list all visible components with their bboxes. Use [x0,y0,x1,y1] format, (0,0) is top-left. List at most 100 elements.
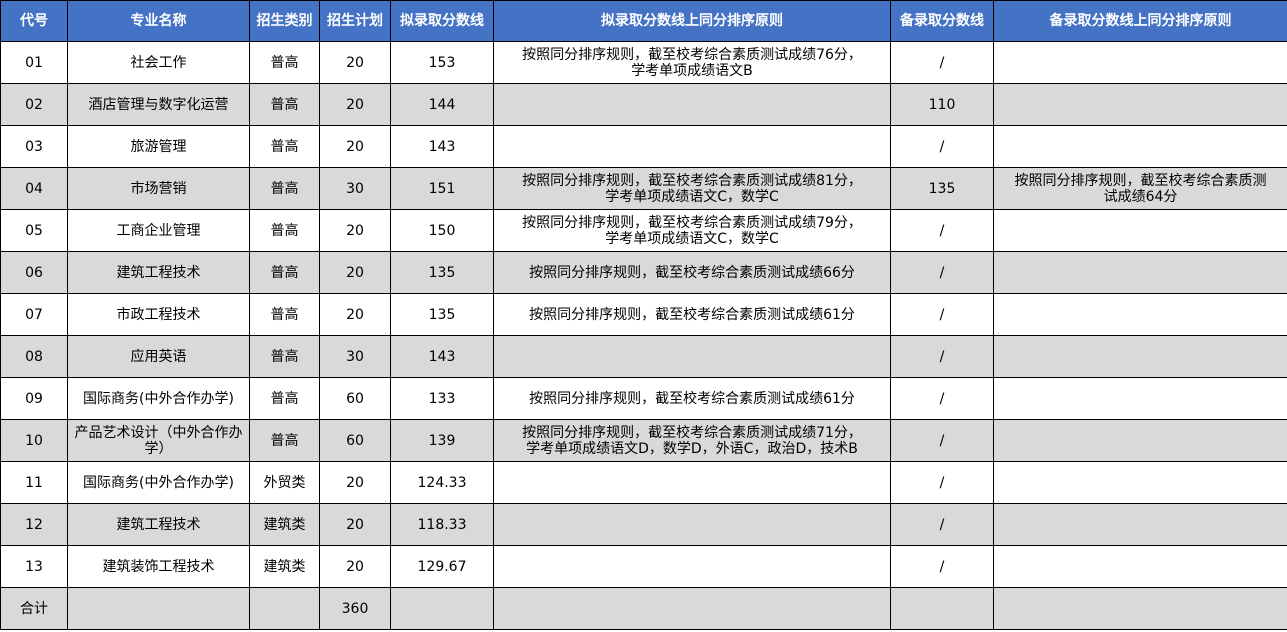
cell-rule: 按照同分排序规则，截至校考综合素质测试成绩71分， 学考单项成绩语文D，数学D，外… [493,419,891,462]
table-row: 08 应用英语 普高 30 143 / [0,335,1287,378]
cell-backup-rule [993,335,1287,378]
cell-backup-score: 110 [890,83,994,126]
cell-code: 10 [0,419,68,462]
cell-rule-line: 按照同分排序规则，截至校考综合素质测试成绩79分， [522,214,862,231]
total-backup-rule-cell [993,587,1287,630]
table-row: 02 酒店管理与数字化运营 普高 20 144 110 [0,83,1287,126]
cell-backup-score: 135 [890,167,994,210]
cell-plan: 60 [319,419,391,462]
cell-backup-rule [993,41,1287,84]
cell-rule [493,545,891,588]
cell-rule-line: 按照同分排序规则，截至校考综合素质测试成绩66分 [529,264,855,281]
cell-plan: 20 [319,545,391,588]
total-plan: 360 [319,587,391,630]
cell-rule [493,125,891,168]
total-rule-cell [493,587,891,630]
cell-category: 普高 [249,41,320,84]
cell-code: 07 [0,293,68,336]
cell-backup-score: / [890,503,994,546]
cell-rule-line: 按照同分排序规则，截至校考综合素质测试成绩61分 [529,306,855,323]
cell-category: 外贸类 [249,461,320,504]
total-label: 合计 [0,587,68,630]
cell-code: 08 [0,335,68,378]
cell-rule: 按照同分排序规则，截至校考综合素质测试成绩76分， 学考单项成绩语文B [493,41,891,84]
cell-category: 普高 [249,167,320,210]
cell-backup-score: / [890,41,994,84]
header-plan: 招生计划 [319,0,391,42]
cell-score: 153 [390,41,494,84]
cell-rule-line: 学考单项成绩语文C，数学C [605,188,779,205]
cell-plan: 20 [319,461,391,504]
cell-backup-rule: 按照同分排序规则，截至校考综合素质测 试成绩64分 [993,167,1287,210]
table-row: 13 建筑装饰工程技术 建筑类 20 129.67 / [0,545,1287,588]
total-score-cell [390,587,494,630]
cell-rule [493,335,891,378]
cell-backup-rule-line: 按照同分排序规则，截至校考综合素质测 [1014,172,1267,189]
total-backup-cell [890,587,994,630]
cell-major: 市场营销 [67,167,250,210]
cell-code: 04 [0,167,68,210]
cell-score: 135 [390,293,494,336]
cell-category: 普高 [249,293,320,336]
total-row: 合计 360 [0,587,1287,630]
cell-major: 国际商务(中外合作办学) [67,461,250,504]
cell-category: 普高 [249,335,320,378]
cell-backup-rule [993,293,1287,336]
cell-score: 124.33 [390,461,494,504]
cell-score: 139 [390,419,494,462]
cell-plan: 20 [319,209,391,252]
cell-rule: 按照同分排序规则，截至校考综合素质测试成绩81分， 学考单项成绩语文C，数学C [493,167,891,210]
cell-rule-line: 按照同分排序规则，截至校考综合素质测试成绩81分， [522,172,862,189]
cell-score: 133 [390,377,494,420]
cell-major: 国际商务(中外合作办学) [67,377,250,420]
cell-rule-line: 学考单项成绩语文D，数学D，外语C，政治D，技术B [526,440,858,457]
table-row: 04 市场营销 普高 30 151 按照同分排序规则，截至校考综合素质测试成绩81分， 学考… [0,167,1287,210]
cell-backup-rule [993,209,1287,252]
cell-plan: 20 [319,125,391,168]
cell-major: 酒店管理与数字化运营 [67,83,250,126]
cell-backup-rule [993,125,1287,168]
cell-major: 应用英语 [67,335,250,378]
header-row: 代号 专业名称 招生类别 招生计划 拟录取分数线 拟录取分数线上同分排序原则 备… [0,0,1287,42]
table-row: 12 建筑工程技术 建筑类 20 118.33 / [0,503,1287,546]
cell-backup-rule [993,377,1287,420]
cell-backup-rule [993,545,1287,588]
cell-backup-score: / [890,251,994,294]
total-major-cell [67,587,250,630]
cell-category: 普高 [249,209,320,252]
cell-major: 旅游管理 [67,125,250,168]
cell-backup-score: / [890,377,994,420]
cell-category: 建筑类 [249,545,320,588]
table-row: 10 产品艺术设计（中外合作办学） 普高 60 139 按照同分排序规则，截至校考综合素质… [0,419,1287,462]
cell-score: 143 [390,125,494,168]
cell-rule-line: 学考单项成绩语文B [631,62,753,79]
header-rule: 拟录取分数线上同分排序原则 [493,0,891,42]
cell-backup-score: / [890,125,994,168]
cell-plan: 20 [319,293,391,336]
cell-backup-rule [993,419,1287,462]
table-row: 05 工商企业管理 普高 20 150 按照同分排序规则，截至校考综合素质测试成绩79分，… [0,209,1287,252]
cell-category: 普高 [249,125,320,168]
table-row: 09 国际商务(中外合作办学) 普高 60 133 按照同分排序规则，截至校考综合素质测试… [0,377,1287,420]
cell-plan: 20 [319,251,391,294]
cell-backup-rule [993,503,1287,546]
cell-rule: 按照同分排序规则，截至校考综合素质测试成绩66分 [493,251,891,294]
cell-rule [493,461,891,504]
cell-backup-score: / [890,545,994,588]
cell-backup-rule-line: 试成绩64分 [1103,188,1178,205]
cell-score: 144 [390,83,494,126]
cell-plan: 20 [319,41,391,84]
cell-plan: 30 [319,167,391,210]
cell-code: 12 [0,503,68,546]
cell-score: 150 [390,209,494,252]
cell-plan: 20 [319,83,391,126]
cell-rule-line: 按照同分排序规则，截至校考综合素质测试成绩61分 [529,390,855,407]
cell-major: 产品艺术设计（中外合作办学） [67,419,250,462]
cell-backup-score: / [890,293,994,336]
table-row: 01 社会工作 普高 20 153 按照同分排序规则，截至校考综合素质测试成绩76分， 学考… [0,41,1287,84]
table-row: 03 旅游管理 普高 20 143 / [0,125,1287,168]
cell-major: 建筑工程技术 [67,503,250,546]
table-row: 06 建筑工程技术 普高 20 135 按照同分排序规则，截至校考综合素质测试成绩66分 / [0,251,1287,294]
cell-category: 普高 [249,377,320,420]
cell-category: 普高 [249,251,320,294]
